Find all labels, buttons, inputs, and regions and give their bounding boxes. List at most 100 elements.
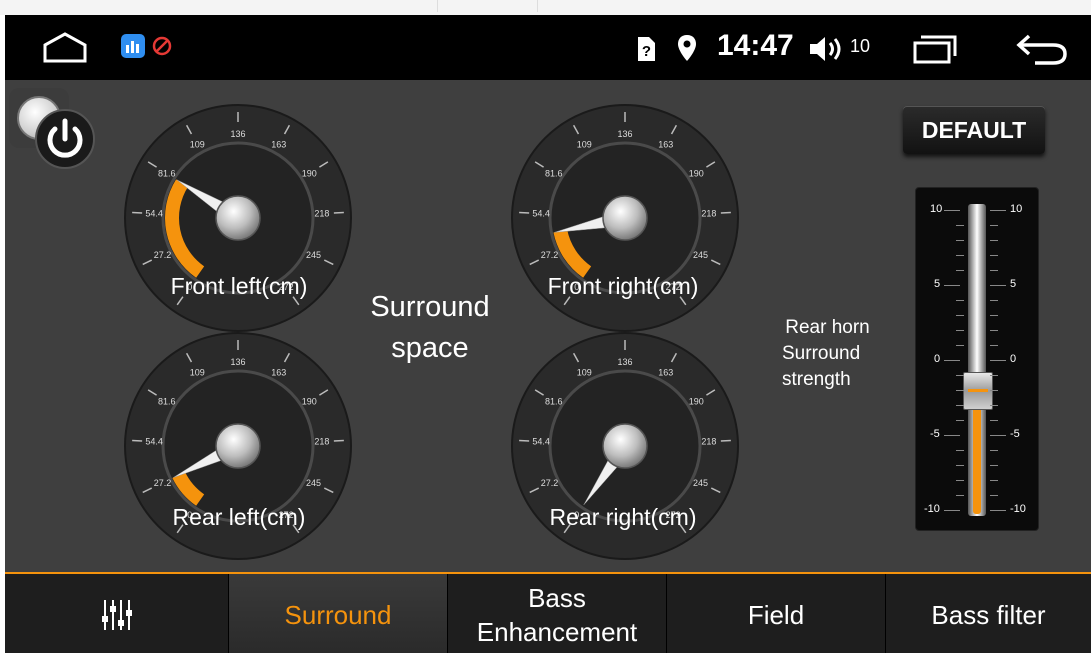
gauge-tick-label: 163 [658,140,673,150]
slider-tick [956,345,964,346]
gauge-tick-label: 245 [693,250,708,260]
slider-scale-label: 10 [930,203,943,215]
surround-title-line1: Surround [370,291,490,323]
slider-tick [990,285,1006,286]
slider-scale-label: 0 [1010,353,1017,365]
app-icon[interactable] [121,34,145,58]
gauge-knob[interactable] [215,423,261,469]
gauge-tick-label: 218 [314,209,329,219]
gauge-tick [132,439,143,442]
sim-question-icon: ? [638,37,655,61]
gauge-tick-label: 81.6 [545,168,563,178]
gauge-label-rear-right: Rear right(cm) [549,504,697,530]
gauge-tick-label: 54.4 [532,437,550,447]
power-icon[interactable] [33,107,97,171]
tab-field[interactable]: Field [667,574,885,653]
gauge-tick-label: 245 [306,250,321,260]
gauge-tick-label: 54.4 [145,209,163,219]
location-icon [678,35,696,61]
slider-tick [944,435,960,436]
slider-tick [956,225,964,226]
gauge-tick-label: 81.6 [545,396,563,406]
slider-tick [990,300,998,301]
rear-horn-line2: Surround [782,343,861,364]
slider-scale-label: 5 [1010,278,1017,290]
slider-tick [956,375,964,376]
gauge-tick-label: 245 [693,478,708,488]
tab-bass-enhancement-label: Bass Enhancement [476,582,638,647]
gauge-label-front-left: Front left(cm) [170,273,308,299]
tab-bass-enhancement[interactable]: Bass Enhancement [448,574,666,653]
gauge-tick [720,439,731,442]
slider-tick [990,360,1006,361]
slider-tick [990,330,998,331]
gauge-tick-label: 190 [689,396,704,406]
surround-title-line2: space [391,332,469,364]
gauge-tick-label: 81.6 [158,396,176,406]
slider-tick [956,315,964,316]
slider-tick [990,420,998,421]
gauge-tick [519,211,530,214]
gauge-tick-label: 190 [302,168,317,178]
gauge-tick-label: 163 [658,368,673,378]
gauge-tick-label: 136 [230,129,245,139]
gauge-tick [720,211,731,214]
tab-equalizer[interactable] [5,574,228,653]
slider-thumb[interactable] [963,372,993,410]
gauge-knob[interactable] [602,423,648,469]
slider-tick [956,270,964,271]
status-bar: ? 14:47 10 [5,15,1091,80]
gauge-tick-label: 109 [190,140,205,150]
slider-tick [956,420,964,421]
tab-surround[interactable]: Surround [229,574,447,653]
browser-tab [462,0,538,12]
volume-level: 10 [850,36,871,56]
surround-strength-slider[interactable]: 10 10 5 5 0 0 -5 -5 -10 -10 [915,187,1039,531]
slider-tick [990,315,998,316]
back-icon[interactable] [1015,32,1069,66]
clock: 14:47 [717,29,794,62]
slider-tick [990,255,998,256]
browser-tab [362,0,438,12]
slider-tick [956,405,964,406]
rear-horn-label: Rear horn Surround strength [770,315,885,393]
gauge-tick [333,439,344,442]
slider-tick [990,405,998,406]
slider-tick [990,450,998,451]
slider-tick [990,510,1006,511]
gauge-tick-label: 109 [577,368,592,378]
gauge-tick-label: 190 [689,168,704,178]
svg-text:?: ? [642,43,651,60]
gauge-tick [333,211,344,214]
gauge-tick-label: 54.4 [532,209,550,219]
gauge-knob[interactable] [602,195,648,241]
slider-tick [956,480,964,481]
recent-apps-icon[interactable] [912,34,958,64]
gauge-tick-label: 190 [302,396,317,406]
rear-horn-line3: strength [782,369,851,390]
gauge-tick [132,211,143,214]
blocked-icon [152,36,172,56]
gauge-tick-label: 218 [701,209,716,219]
default-button[interactable]: DEFAULT [903,106,1045,154]
gauge-knob[interactable] [215,195,261,241]
slider-scale-label: -5 [1010,428,1020,440]
slider-tick [956,330,964,331]
gauge-tick-label: 163 [271,140,286,150]
slider-scale-label: 10 [1010,203,1023,215]
gauge-label-front-right: Front right(cm) [547,273,699,299]
rear-horn-line1: Rear horn [785,317,870,338]
slider-tick [956,240,964,241]
slider-scale-label: 5 [934,278,941,290]
tab-bass-filter[interactable]: Bass filter [886,574,1091,653]
head-unit-screen: ? 14:47 10 0 27.2 54.4 81.6 109 136 163 190 218 2… [5,15,1091,653]
home-icon[interactable] [42,31,88,63]
gauge-tick-label: 136 [617,129,632,139]
slider-tick [944,510,960,511]
slider-tick [990,390,998,391]
slider-tick [956,300,964,301]
slider-tick [990,270,998,271]
slider-tick [990,225,998,226]
slider-tick [956,465,964,466]
gauge-tick-label: 109 [577,140,592,150]
